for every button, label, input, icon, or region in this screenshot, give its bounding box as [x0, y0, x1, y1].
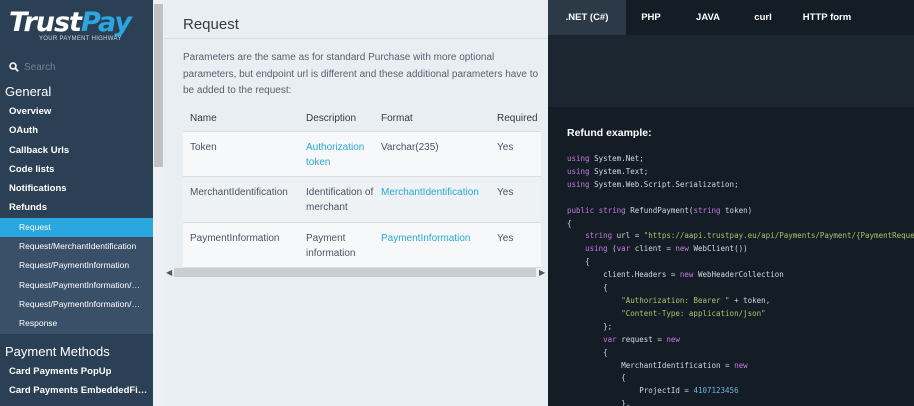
scroll-left-arrow-icon[interactable]: ◀	[166, 268, 172, 277]
sidebar-item-overview[interactable]: Overview	[0, 102, 153, 121]
logo-brand-right: Pay	[80, 7, 132, 38]
code-line: {	[585, 257, 590, 267]
table-scrollbar-thumb[interactable]	[174, 268, 536, 277]
sidebar-subitem-response[interactable]: Response	[0, 314, 153, 333]
table-horizontal-scrollbar[interactable]: ◀ ▶	[164, 266, 548, 279]
cell-name: MerchantIdentification	[183, 176, 299, 223]
nav-heading-general: General	[5, 84, 52, 99]
code-line: public string RefundPayment(string token…	[567, 205, 753, 215]
table-row: Token Authorization token Varchar(235) Y…	[183, 131, 541, 177]
search-box[interactable]	[0, 52, 153, 82]
code-line: {	[603, 283, 608, 293]
sidebar: TrustPay YOUR PAYMENT HIGHWAY General Ov…	[0, 0, 153, 406]
cell-description: Payment information	[299, 222, 374, 268]
search-input[interactable]	[24, 61, 144, 73]
sidebar-subitem-request[interactable]: Request	[0, 217, 153, 238]
sidebar-subitem-request-merchantidentification[interactable]: Request/MerchantIdentification	[0, 237, 153, 256]
tab-php[interactable]: PHP	[626, 0, 676, 35]
column-header-required: Required	[490, 107, 541, 132]
code-line: {	[603, 347, 608, 357]
language-tabs: .NET (C#) PHP JAVA curl HTTP form	[548, 0, 914, 35]
sidebar-subitem-request-paymentinformation-1[interactable]: Request/PaymentInformation/…	[0, 276, 153, 295]
sidebar-item-refunds[interactable]: Refunds	[0, 198, 153, 217]
refunds-submenu: Request Request/MerchantIdentification R…	[0, 217, 153, 334]
code-line: client.Headers = new WebHeaderCollection	[603, 270, 784, 280]
cell-description: Identification of merchant	[299, 176, 374, 223]
code-line: using System.Net;	[567, 154, 644, 163]
parameters-table: Name Description Format Required Token A…	[183, 107, 541, 268]
code-block: using System.Net; using System.Text; using…	[567, 153, 914, 406]
sidebar-item-code-lists[interactable]: Code lists	[0, 160, 153, 179]
cell-description-link[interactable]: Authorization token	[299, 131, 374, 177]
cell-format-link[interactable]: PaymentInformation	[374, 222, 490, 268]
sidebar-item-card-payments-popup[interactable]: Card Payments PopUp	[0, 362, 153, 381]
code-line: "Authorization: Bearer " + token,	[621, 295, 771, 305]
code-line: string url = "https://aapi.trustpay.eu/a…	[585, 231, 914, 241]
code-line: using (var client = new WebClient())	[585, 244, 748, 254]
cell-format-link[interactable]: MerchantIdentification	[374, 176, 490, 223]
sidebar-divider	[0, 333, 153, 342]
code-line: {	[621, 373, 626, 383]
column-header-format: Format	[374, 107, 490, 132]
cell-name: PaymentInformation	[183, 222, 299, 268]
column-header-description: Description	[299, 107, 374, 132]
tab-java[interactable]: JAVA	[676, 0, 740, 35]
logo-tagline: YOUR PAYMENT HIGHWAY	[39, 36, 122, 42]
page-title: Request	[183, 16, 239, 33]
tab-dotnet[interactable]: .NET (C#)	[548, 0, 626, 35]
sidebar-item-callback-urls[interactable]: Callback Urls	[0, 141, 153, 160]
sidebar-subitem-request-paymentinformation[interactable]: Request/PaymentInformation	[0, 256, 153, 275]
code-example-title: Refund example:	[567, 127, 652, 139]
sidebar-scrollbar-thumb[interactable]	[154, 4, 163, 167]
code-line: },	[621, 399, 631, 406]
cell-format: Varchar(235)	[374, 131, 490, 177]
scroll-right-arrow-icon[interactable]: ▶	[539, 268, 545, 277]
sidebar-subitem-request-paymentinformation-2[interactable]: Request/PaymentInformation/…	[0, 295, 153, 314]
nav-heading-payment-methods: Payment Methods	[5, 343, 110, 359]
code-line: {	[567, 218, 572, 228]
column-header-name: Name	[183, 107, 299, 132]
tab-http-form[interactable]: HTTP form	[786, 0, 868, 35]
code-line: "Content-Type: application/json"	[621, 308, 766, 318]
cell-name: Token	[183, 131, 299, 177]
trustpay-logo[interactable]: TrustPay YOUR PAYMENT HIGHWAY	[0, 0, 153, 52]
table-row: PaymentInformation Payment information P…	[183, 222, 541, 268]
tab-content-spacer	[548, 35, 914, 107]
table-header-row: Name Description Format Required	[183, 107, 541, 132]
main-content: Request Parameters are the same as for s…	[164, 0, 548, 406]
sidebar-item-notifications[interactable]: Notifications	[0, 179, 153, 198]
sidebar-item-card-payments-embedded[interactable]: Card Payments EmbeddedFi…	[0, 381, 153, 400]
code-line: MerchantIdentification = new	[621, 360, 748, 370]
code-line: using System.Web.Script.Serialization;	[567, 179, 739, 189]
code-line: ProjectId = 4107123456	[639, 386, 739, 396]
table-row: MerchantIdentification Identification of…	[183, 176, 541, 223]
code-area: Refund example: using System.Net; using S…	[548, 107, 914, 406]
tab-curl[interactable]: curl	[740, 0, 786, 35]
code-line: using System.Text;	[567, 166, 649, 176]
code-line: };	[603, 321, 613, 331]
code-line: var request = new	[603, 334, 680, 344]
sidebar-scrollbar[interactable]	[153, 0, 164, 406]
page-description: Parameters are the same as for standard …	[183, 52, 539, 96]
title-divider	[164, 38, 548, 39]
cell-required: Yes	[490, 222, 541, 268]
search-icon	[9, 62, 19, 72]
cell-required: Yes	[490, 176, 541, 223]
logo-brand-left: Trust	[9, 7, 82, 38]
code-panel: .NET (C#) PHP JAVA curl HTTP form Refund…	[548, 0, 914, 406]
cell-required: Yes	[490, 131, 541, 177]
sidebar-item-oauth[interactable]: OAuth	[0, 121, 153, 140]
